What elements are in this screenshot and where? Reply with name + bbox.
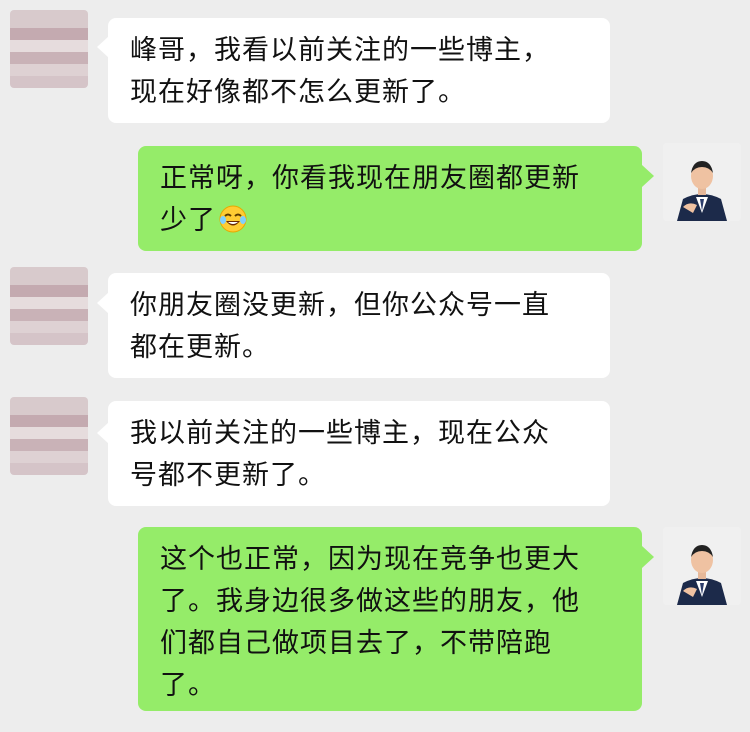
contact-avatar[interactable] bbox=[10, 267, 88, 345]
message-line: 我以前关注的一些博主，现在公众 bbox=[130, 418, 550, 449]
message-line: 了。我身边很多做这些的朋友，他 bbox=[160, 586, 580, 617]
contact-avatar[interactable] bbox=[10, 397, 88, 475]
contact-avatar[interactable] bbox=[10, 10, 88, 88]
message-line: 正常呀，你看我现在朋友圈都更新 bbox=[160, 163, 580, 194]
message-line: 现在好像都不怎么更新了。 bbox=[130, 77, 466, 108]
message-line: 你朋友圈没更新，但你公众号一直 bbox=[130, 290, 550, 321]
message-bubble-incoming[interactable]: 峰哥，我看以前关注的一些博主， 现在好像都不怎么更新了。 bbox=[108, 18, 610, 123]
my-avatar[interactable] bbox=[663, 143, 741, 221]
message-line: 这个也正常，因为现在竞争也更大 bbox=[160, 544, 580, 575]
message-bubble-outgoing[interactable]: 正常呀，你看我现在朋友圈都更新 少了 bbox=[138, 146, 642, 251]
bubble-tail bbox=[642, 165, 654, 187]
man-in-suit-avatar-icon bbox=[663, 143, 741, 221]
laughing-crying-emoji-icon bbox=[219, 205, 247, 233]
message-line: 了。 bbox=[160, 670, 216, 701]
message-line-with-emoji: 少了 bbox=[160, 200, 620, 242]
bubble-tail bbox=[642, 546, 654, 568]
message-bubble-outgoing[interactable]: 这个也正常，因为现在竞争也更大 了。我身边很多做这些的朋友，他 们都自己做项目去… bbox=[138, 527, 642, 711]
message-line: 号都不更新了。 bbox=[130, 460, 326, 491]
message-bubble-incoming[interactable]: 你朋友圈没更新，但你公众号一直 都在更新。 bbox=[108, 273, 610, 378]
message-line: 峰哥，我看以前关注的一些博主， bbox=[130, 35, 550, 66]
message-line: 们都自己做项目去了，不带陪跑 bbox=[160, 628, 552, 659]
man-in-suit-avatar-icon bbox=[663, 527, 741, 605]
my-avatar[interactable] bbox=[663, 527, 741, 605]
message-line: 都在更新。 bbox=[130, 332, 270, 363]
message-line-text: 少了 bbox=[160, 205, 216, 236]
pixelated-avatar-icon bbox=[10, 267, 88, 345]
pixelated-avatar-icon bbox=[10, 397, 88, 475]
message-bubble-incoming[interactable]: 我以前关注的一些博主，现在公众 号都不更新了。 bbox=[108, 401, 610, 506]
pixelated-avatar-icon bbox=[10, 10, 88, 88]
